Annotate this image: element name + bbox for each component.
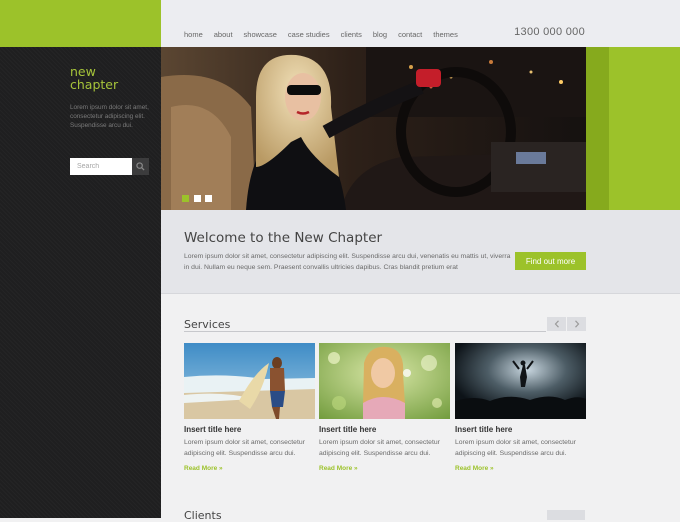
- service-card-title: Insert title here: [184, 425, 242, 434]
- top-bar: [161, 0, 680, 47]
- search-input[interactable]: [70, 158, 132, 175]
- nav-item-showcase[interactable]: showcase: [244, 30, 277, 39]
- main-nav: home about showcase case studies clients…: [184, 30, 469, 39]
- nav-item-blog[interactable]: blog: [373, 30, 387, 39]
- services-divider: [184, 331, 546, 332]
- services-next-button[interactable]: [567, 317, 586, 331]
- search-icon: [136, 162, 145, 171]
- slider-dot-1[interactable]: [182, 195, 189, 202]
- sidebar-tagline: Lorem ipsum dolor sit amet, consectetur …: [70, 104, 149, 129]
- phone-number: 1300 000 000: [514, 26, 585, 38]
- clients-title: Clients: [184, 509, 222, 522]
- nav-item-clients[interactable]: clients: [341, 30, 362, 39]
- slider-dot-2[interactable]: [194, 195, 201, 202]
- service-card-title: Insert title here: [455, 425, 513, 434]
- clients-nav-arrows[interactable]: [547, 510, 585, 520]
- sidebar-top-accent: [0, 0, 161, 47]
- nav-item-about[interactable]: about: [214, 30, 233, 39]
- service-card-image-woman[interactable]: [319, 343, 450, 419]
- slider-dot-3[interactable]: [205, 195, 212, 202]
- service-card-text: Lorem ipsum dolor sit amet, consectetur …: [455, 439, 576, 457]
- search-button[interactable]: [132, 158, 149, 175]
- nav-item-home[interactable]: home: [184, 30, 203, 39]
- chevron-left-icon: [554, 320, 559, 328]
- welcome-text: Lorem ipsum dolor sit amet, consectetur …: [184, 253, 511, 271]
- services-prev-button[interactable]: [547, 317, 566, 331]
- service-card-read-more[interactable]: Read More »: [455, 465, 494, 472]
- logo[interactable]: new chapter: [70, 65, 118, 91]
- service-card-image-concert[interactable]: [455, 343, 586, 419]
- service-card-title: Insert title here: [319, 425, 377, 434]
- nav-item-case-studies[interactable]: case studies: [288, 30, 330, 39]
- service-card-text: Lorem ipsum dolor sit amet, consectetur …: [319, 439, 440, 457]
- welcome-title: Welcome to the New Chapter: [184, 230, 383, 246]
- hero-slider-image: [161, 47, 586, 210]
- service-card-text: Lorem ipsum dolor sit amet, consectetur …: [184, 439, 305, 457]
- nav-item-themes[interactable]: themes: [433, 30, 458, 39]
- nav-item-contact[interactable]: contact: [398, 30, 422, 39]
- logo-line-2: chapter: [70, 77, 119, 92]
- services-title: Services: [184, 318, 231, 331]
- chevron-right-icon: [574, 320, 579, 328]
- hero-side-accent-shade: [586, 47, 609, 210]
- service-card-image-surfer[interactable]: [184, 343, 315, 419]
- service-card-read-more[interactable]: Read More »: [319, 465, 358, 472]
- find-out-more-button[interactable]: Find out more: [515, 252, 586, 270]
- service-card-read-more[interactable]: Read More »: [184, 465, 223, 472]
